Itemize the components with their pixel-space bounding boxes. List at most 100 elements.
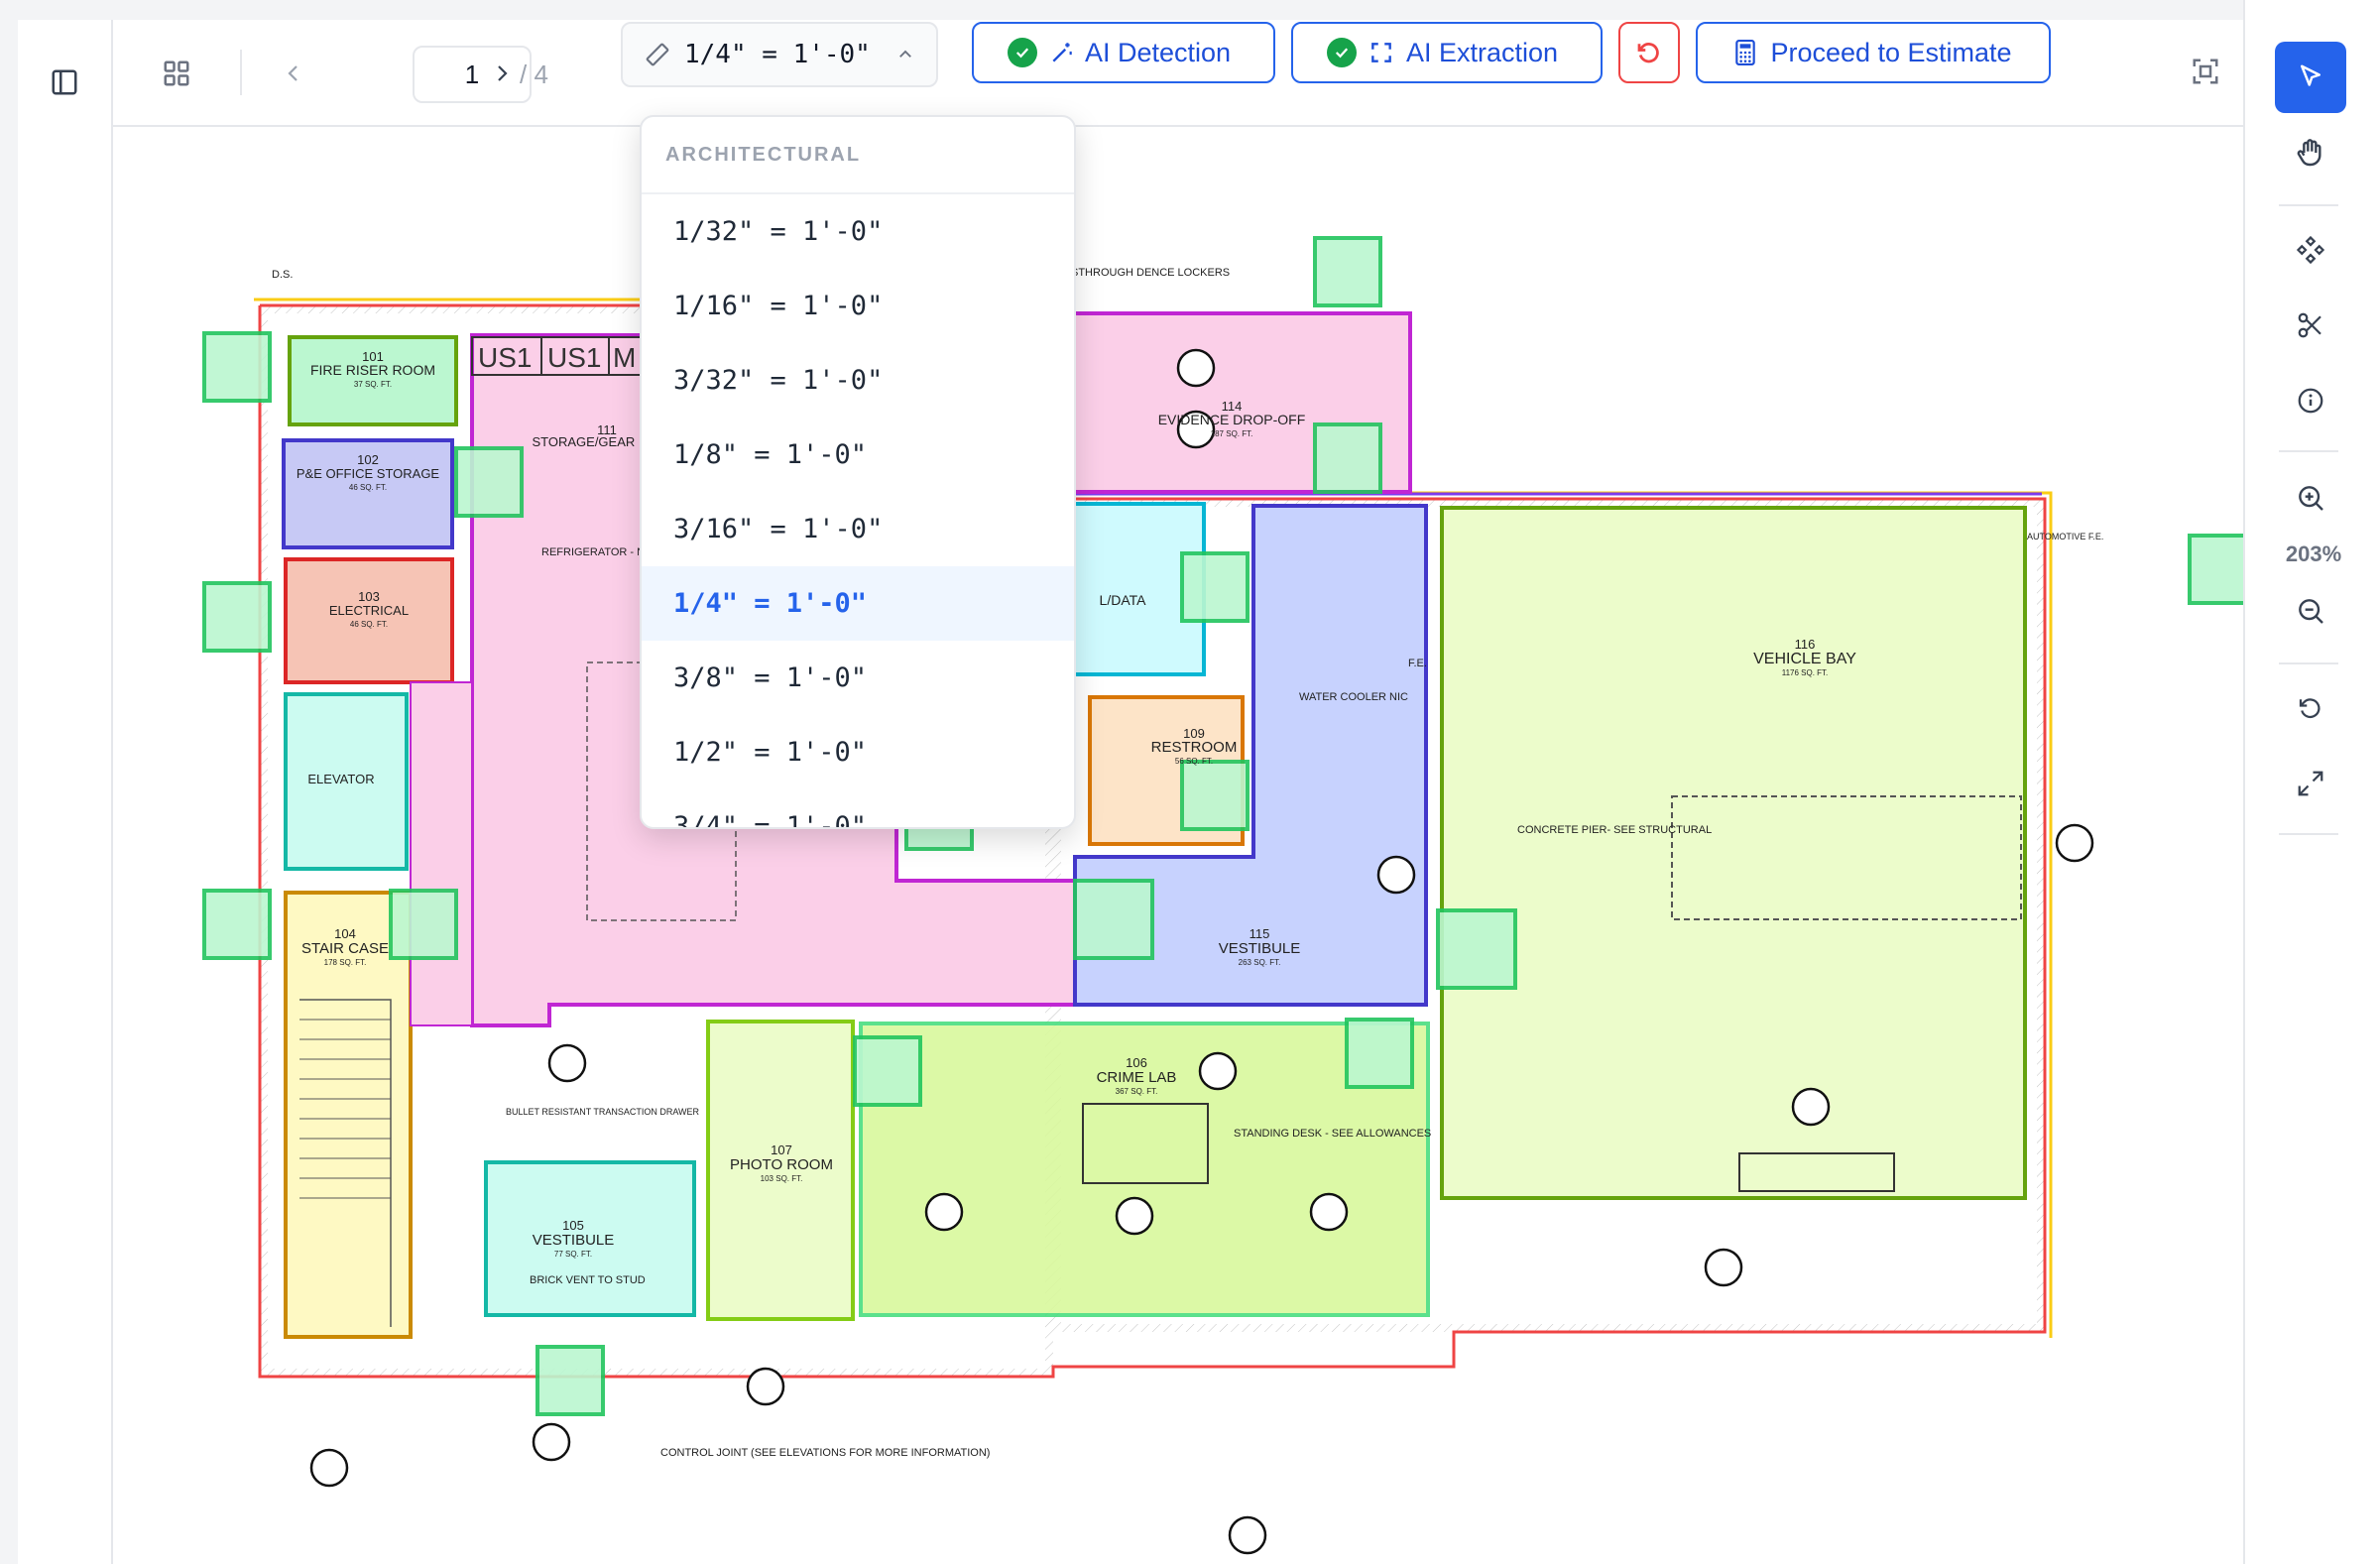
room-title-104: STAIR CASE xyxy=(301,940,389,957)
svg-text:116: 116 xyxy=(1795,637,1816,652)
toolbar-divider xyxy=(240,50,242,95)
page-total: / 4 xyxy=(520,60,548,89)
zoom-out-button[interactable] xyxy=(2275,575,2346,647)
svg-text:102: 102 xyxy=(357,452,379,467)
room-title-109: RESTROOM xyxy=(1151,739,1238,756)
ai-extraction-button[interactable]: AI Extraction xyxy=(1291,22,1603,83)
note-control-joint: CONTROL JOINT (SEE ELEVATIONS FOR MORE I… xyxy=(660,1447,990,1459)
proceed-to-estimate-button[interactable]: Proceed to Estimate xyxy=(1696,22,2051,83)
note-automotive-fe: AUTOMOTIVE F.E. xyxy=(2027,532,2103,541)
reset-button[interactable] xyxy=(1618,22,1680,83)
grid-view-icon[interactable] xyxy=(157,54,196,93)
scale-option-selected[interactable]: 1/4" = 1'-0" xyxy=(642,566,1074,641)
fullscreen-button[interactable] xyxy=(2275,748,2346,819)
note-evidence-lockers: STHROUGH DENCE LOCKERS xyxy=(1071,267,1230,279)
room-title-106: CRIME LAB xyxy=(1097,1069,1177,1086)
room-title-105: VESTIBULE xyxy=(533,1232,615,1249)
floor-plan: US1 US1 M 101 FIRE RISER ROOM 37 SQ. FT.… xyxy=(202,236,2257,1555)
magic-wand-icon xyxy=(1049,40,1075,65)
svg-text:46 SQ. FT.: 46 SQ. FT. xyxy=(349,483,387,492)
svg-text:46 SQ. FT.: 46 SQ. FT. xyxy=(350,620,388,629)
room-title-data: L/DATA xyxy=(1100,592,1147,608)
right-tool-rail: 203% xyxy=(2243,0,2380,1564)
scale-option[interactable]: 3/32" = 1'-0" xyxy=(642,343,1074,418)
note-brick-vent: BRICK VENT TO STUD xyxy=(530,1274,646,1286)
zoom-in-icon xyxy=(2295,482,2326,514)
cursor-arrow-icon xyxy=(2296,62,2325,92)
ai-detection-button[interactable]: AI Detection xyxy=(972,22,1275,83)
components-icon xyxy=(2296,235,2325,265)
ai-detection-label: AI Detection xyxy=(1085,37,1232,67)
note-ds: D.S. xyxy=(272,269,293,281)
note-refrigerator: REFRIGERATOR - NIC xyxy=(541,546,655,558)
note-bullet-resistant: BULLET RESISTANT TRANSACTION DRAWER xyxy=(506,1107,700,1117)
scissors-icon xyxy=(2296,310,2325,340)
check-circle-icon xyxy=(1008,38,1037,67)
room-title-103: ELECTRICAL xyxy=(329,603,409,618)
components-tool-button[interactable] xyxy=(2275,214,2346,286)
scale-option[interactable]: 3/16" = 1'-0" xyxy=(642,492,1074,566)
sidebar-toggle-icon[interactable] xyxy=(40,58,89,107)
left-rail xyxy=(18,20,113,1564)
calculator-icon xyxy=(1734,40,1756,65)
room-title-elevator: ELEVATOR xyxy=(307,772,374,786)
svg-text:263 SQ. FT.: 263 SQ. FT. xyxy=(1239,958,1281,967)
room-116[interactable] xyxy=(1440,506,2027,1200)
svg-text:37 SQ. FT.: 37 SQ. FT. xyxy=(354,380,392,389)
dropdown-group-label: ARCHITECTURAL xyxy=(642,117,1074,194)
pan-tool-button[interactable] xyxy=(2275,117,2346,188)
expand-icon xyxy=(2296,769,2325,798)
zoom-out-icon xyxy=(2295,595,2326,627)
room-title-107: PHOTO ROOM xyxy=(730,1156,833,1173)
prev-page-icon[interactable] xyxy=(274,54,313,93)
plan-strip-1: US1 xyxy=(547,342,601,373)
scan-frame-icon xyxy=(1368,40,1394,65)
scale-option[interactable]: 1/32" = 1'-0" xyxy=(642,194,1074,269)
cut-tool-button[interactable] xyxy=(2275,290,2346,361)
svg-text:105: 105 xyxy=(562,1218,584,1233)
room-title-101: FIRE RISER ROOM xyxy=(310,362,435,378)
rotate-ccw-icon xyxy=(2296,693,2325,723)
room-title-115: VESTIBULE xyxy=(1219,940,1301,957)
svg-text:107: 107 xyxy=(771,1143,792,1157)
scale-selector[interactable]: 1/4" = 1'-0" xyxy=(621,22,938,87)
scale-option[interactable]: 3/8" = 1'-0" xyxy=(642,641,1074,715)
svg-text:77 SQ. FT.: 77 SQ. FT. xyxy=(554,1250,592,1259)
hand-icon xyxy=(2295,137,2326,169)
svg-text:103: 103 xyxy=(358,589,380,604)
svg-text:103 SQ. FT.: 103 SQ. FT. xyxy=(761,1174,803,1183)
room-title-102: P&E OFFICE STORAGE xyxy=(297,466,440,481)
chevron-up-icon xyxy=(896,46,914,63)
info-tool-button[interactable] xyxy=(2275,365,2346,436)
check-circle-icon xyxy=(1327,38,1357,67)
svg-text:187 SQ. FT.: 187 SQ. FT. xyxy=(1211,429,1253,438)
fit-screen-icon[interactable] xyxy=(2188,54,2223,89)
scale-dropdown: ARCHITECTURAL 1/32" = 1'-0" 1/16" = 1'-0… xyxy=(640,115,1076,829)
plan-strip-0: US1 xyxy=(478,342,532,373)
plan-strip-2: M xyxy=(613,342,636,373)
rotate-ccw-icon xyxy=(1634,38,1664,67)
rotate-view-button[interactable] xyxy=(2275,672,2346,744)
scale-option[interactable]: 1/16" = 1'-0" xyxy=(642,269,1074,343)
ruler-icon xyxy=(645,42,670,67)
svg-text:104: 104 xyxy=(334,926,356,941)
note-fe: F.E. xyxy=(1408,658,1427,669)
room-title-111: STORAGE/GEAR I xyxy=(532,434,642,449)
scale-option[interactable]: 3/4" = 1'-0" xyxy=(642,789,1074,827)
svg-text:115: 115 xyxy=(1250,926,1270,941)
note-standing-desk: STANDING DESK - SEE ALLOWANCES xyxy=(1234,1128,1431,1140)
drawing-canvas[interactable]: US1 US1 M 101 FIRE RISER ROOM 37 SQ. FT.… xyxy=(113,127,2261,1564)
room-title-116: VEHICLE BAY xyxy=(1753,651,1856,667)
app-window: 1 / 4 US1 US1 M 101 FIRE RISER ROOM 37 S… xyxy=(18,20,2261,1564)
scale-option[interactable]: 1/2" = 1'-0" xyxy=(642,715,1074,789)
next-page-icon[interactable] xyxy=(482,54,522,93)
zoom-in-button[interactable] xyxy=(2275,462,2346,534)
room-title-114: EVIDENCE DROP-OFF xyxy=(1158,412,1306,427)
note-water-cooler: WATER COOLER NIC xyxy=(1299,691,1408,703)
select-tool-button[interactable] xyxy=(2275,42,2346,113)
svg-text:367 SQ. FT.: 367 SQ. FT. xyxy=(1116,1087,1158,1096)
svg-text:106: 106 xyxy=(1126,1055,1147,1070)
scale-option[interactable]: 1/8" = 1'-0" xyxy=(642,418,1074,492)
note-concrete-pier: CONCRETE PIER- SEE STRUCTURAL xyxy=(1517,824,1712,836)
ai-extraction-label: AI Extraction xyxy=(1406,37,1559,67)
